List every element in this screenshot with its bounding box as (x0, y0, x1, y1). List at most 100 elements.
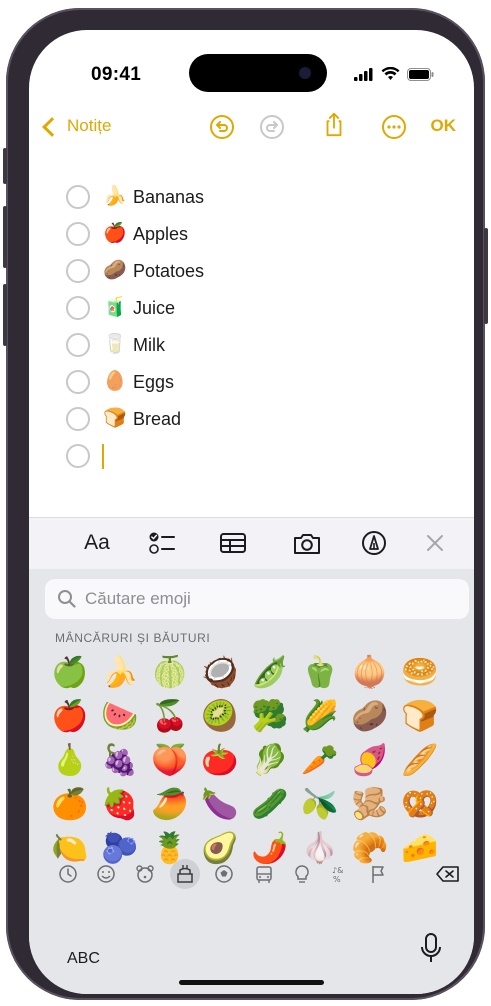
emoji-key[interactable]: 🥝 (196, 697, 244, 737)
category-title: MÂNCĂRURI ȘI BĂUTURI (55, 631, 211, 645)
emoji-key[interactable]: 🥬 (246, 741, 294, 781)
dynamic-island (189, 54, 327, 92)
list-item[interactable]: 🍌 Bananas (66, 182, 204, 212)
camera-icon[interactable] (291, 529, 323, 557)
camera-dot (299, 67, 311, 79)
volume-up-button (3, 206, 7, 268)
back-button[interactable]: Notițe (42, 116, 112, 137)
item-emoji: 🍞 (103, 408, 127, 429)
item-emoji: 🍎 (103, 223, 127, 244)
emoji-key[interactable]: 🍐 (46, 741, 94, 781)
text-cursor (102, 443, 104, 469)
search-placeholder: Căutare emoji (85, 589, 191, 608)
emoji-key[interactable]: 🌽 (296, 697, 344, 737)
animal-icon[interactable] (130, 859, 160, 889)
travel-icon[interactable] (249, 859, 279, 889)
flag-icon[interactable] (363, 859, 393, 889)
emoji-key[interactable]: 🥯 (396, 653, 444, 693)
back-label: Notițe (67, 116, 112, 135)
emoji-key[interactable]: 🫚 (346, 785, 394, 825)
emoji-key[interactable]: 🍈 (146, 653, 194, 693)
emoji-key[interactable]: 🥕 (296, 741, 344, 781)
item-label[interactable]: Bread (133, 409, 181, 430)
svg-text:%: % (333, 875, 341, 884)
emoji-key[interactable]: 🫛 (246, 653, 294, 693)
emoji-key[interactable]: 🍉 (96, 697, 144, 737)
undo-icon[interactable] (209, 114, 235, 140)
checkbox[interactable] (66, 333, 90, 357)
emoji-key[interactable]: 🍑 (146, 741, 194, 781)
recent-icon[interactable] (53, 859, 83, 889)
format-toolbar: Aa (29, 517, 474, 570)
checkbox[interactable] (66, 259, 90, 283)
smiley-icon[interactable] (91, 859, 121, 889)
food-category-button[interactable] (170, 859, 200, 889)
emoji-key[interactable]: 🥖 (396, 741, 444, 781)
item-label[interactable]: Bananas (133, 187, 204, 208)
checkbox[interactable] (66, 296, 90, 320)
item-label[interactable]: Potatoes (133, 261, 204, 282)
checkbox[interactable] (66, 370, 90, 394)
checkbox[interactable] (66, 185, 90, 209)
list-item[interactable]: 🥔 Potatoes (66, 256, 204, 286)
list-item[interactable]: 🍎 Apples (66, 219, 188, 249)
emoji-key[interactable]: 🫒 (296, 785, 344, 825)
checklist-icon[interactable] (147, 529, 177, 557)
emoji-key[interactable]: 🥭 (146, 785, 194, 825)
format-text-button[interactable]: Aa (79, 529, 115, 557)
done-button[interactable]: OK (431, 116, 457, 136)
emoji-key[interactable]: 🍎 (46, 697, 94, 737)
list-item[interactable]: 🥛 Milk (66, 330, 165, 360)
emoji-search-field[interactable]: Căutare emoji (45, 579, 469, 619)
checkbox[interactable] (66, 407, 90, 431)
emoji-key[interactable]: 🫑 (296, 653, 344, 693)
emoji-key[interactable]: 🧅 (346, 653, 394, 693)
table-icon[interactable] (219, 529, 247, 557)
emoji-key[interactable]: 🍏 (46, 653, 94, 693)
emoji-key[interactable]: 🥨 (396, 785, 444, 825)
microphone-icon[interactable] (420, 932, 442, 966)
emoji-key[interactable]: 🥒 (246, 785, 294, 825)
emoji-key[interactable]: 🍌 (96, 653, 144, 693)
list-item[interactable]: 🍞 Bread (66, 404, 181, 434)
emoji-key[interactable]: 🍞 (396, 697, 444, 737)
close-icon[interactable] (425, 529, 445, 557)
wifi-icon (381, 67, 400, 80)
status-time: 09:41 (91, 64, 142, 85)
delete-icon[interactable] (433, 859, 463, 889)
item-label[interactable]: Milk (133, 335, 165, 356)
checkbox[interactable] (66, 444, 90, 468)
more-icon[interactable] (381, 114, 407, 140)
item-label[interactable]: Apples (133, 224, 188, 245)
phone-frame: 09:41 Notițe OK 🍌 Bananas 🍎 Apples 🥔 Pot… (3, 8, 488, 1000)
list-item[interactable]: 🥚 Eggs (66, 367, 174, 397)
list-item-new[interactable] (66, 441, 104, 471)
lightbulb-icon[interactable] (287, 859, 317, 889)
activity-icon[interactable] (209, 859, 239, 889)
status-icons (354, 67, 434, 81)
search-icon (58, 590, 76, 608)
item-label[interactable]: Juice (133, 298, 175, 319)
emoji-key[interactable]: 🍅 (196, 741, 244, 781)
emoji-key[interactable]: 🥥 (196, 653, 244, 693)
markup-pen-icon[interactable] (360, 529, 388, 557)
emoji-key[interactable]: 🍆 (196, 785, 244, 825)
item-label[interactable]: Eggs (133, 372, 174, 393)
cellular-signal-icon (354, 67, 373, 81)
emoji-key[interactable]: 🍓 (96, 785, 144, 825)
emoji-key[interactable]: 🍠 (346, 741, 394, 781)
symbols-icon[interactable]: ♪&% (325, 859, 355, 889)
checkbox[interactable] (66, 222, 90, 246)
emoji-key[interactable]: 🥦 (246, 697, 294, 737)
redo-icon[interactable] (259, 114, 285, 140)
share-icon[interactable] (321, 111, 347, 137)
home-indicator (179, 980, 324, 985)
emoji-key[interactable]: 🍊 (46, 785, 94, 825)
emoji-key[interactable]: 🍇 (96, 741, 144, 781)
abc-button[interactable]: ABC (67, 950, 100, 968)
emoji-key[interactable]: 🥔 (346, 697, 394, 737)
food-icon (177, 865, 193, 883)
emoji-key[interactable]: 🍒 (146, 697, 194, 737)
list-item[interactable]: 🧃 Juice (66, 293, 175, 323)
item-emoji: 🥚 (103, 371, 127, 392)
